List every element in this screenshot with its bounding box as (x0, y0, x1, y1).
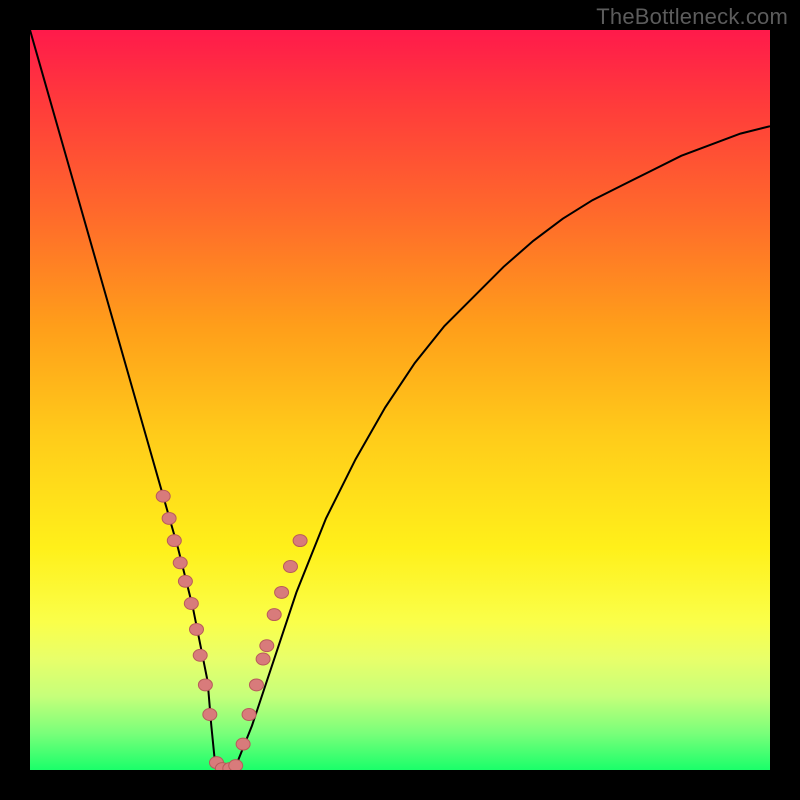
data-marker (260, 640, 274, 652)
data-marker (283, 561, 297, 573)
curve-layer (30, 30, 770, 770)
watermark-text: TheBottleneck.com (596, 4, 788, 30)
data-marker (293, 535, 307, 547)
data-marker (229, 760, 243, 770)
data-marker (256, 653, 270, 665)
data-marker (249, 679, 263, 691)
data-marker (236, 738, 250, 750)
data-marker (173, 557, 187, 569)
data-marker (193, 649, 207, 661)
chart-frame: TheBottleneck.com (0, 0, 800, 800)
bottleneck-curve (30, 30, 770, 770)
data-marker (190, 623, 204, 635)
data-marker (167, 535, 181, 547)
data-marker (184, 598, 198, 610)
data-marker (162, 512, 176, 524)
chart-svg (30, 30, 770, 770)
data-marker (178, 575, 192, 587)
data-marker (267, 609, 281, 621)
data-marker (203, 709, 217, 721)
plot-area (30, 30, 770, 770)
data-marker (198, 679, 212, 691)
data-marker (275, 586, 289, 598)
data-marker (156, 490, 170, 502)
data-marker (242, 709, 256, 721)
